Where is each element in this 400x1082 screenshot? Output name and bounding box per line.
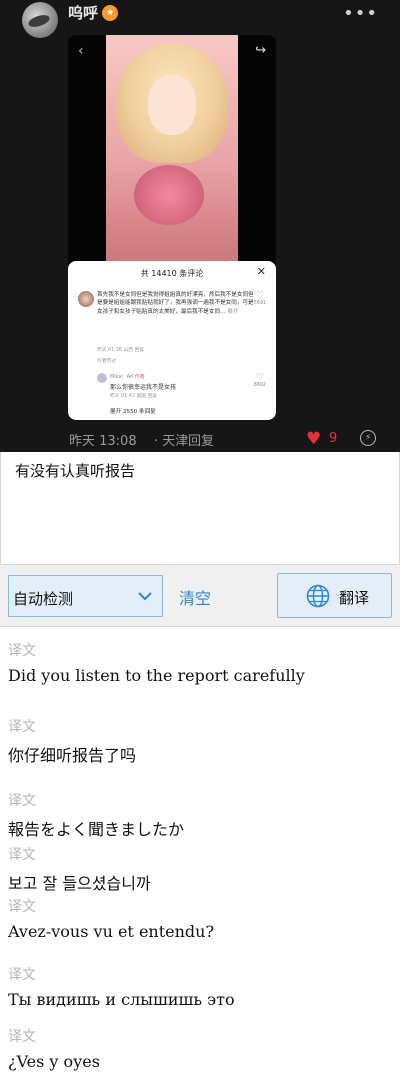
reply-like-count: 8692 xyxy=(253,383,266,388)
result-label: 译文 xyxy=(8,793,36,809)
clear-button[interactable]: 清空 xyxy=(179,585,211,609)
comments-title: 共 14410 条评论 xyxy=(140,269,204,278)
chevron-down-icon xyxy=(138,592,152,601)
comments-panel: 共 14410 条评论 ✕ 首先我不是女同但是我觉得姐姐真的好漂亮，然后我不是女… xyxy=(68,261,276,420)
result-label: 译文 xyxy=(8,967,36,983)
video-frame xyxy=(106,35,238,265)
username: 呜呼 xyxy=(68,4,99,22)
reply-meta: 昨天 01:43 美国 回复 xyxy=(110,394,158,399)
more-icon[interactable]: ••• xyxy=(343,3,378,24)
reply-author: Mika！Ad 作者 xyxy=(110,374,145,380)
globe-icon xyxy=(306,584,330,608)
avatar[interactable] xyxy=(22,2,58,38)
translation-result: 译文 보고 잘 들으셨습니까 xyxy=(8,844,151,894)
translate-button-label: 翻译 xyxy=(339,589,370,607)
result-text-es: ¿Ves y oyes xyxy=(8,1052,100,1071)
result-text-ru: Ты видишь и слышишь это xyxy=(8,990,235,1009)
result-label: 译文 xyxy=(8,719,36,735)
reply-like-icon: ♡ 8692 xyxy=(253,373,266,388)
translation-result: 译文 Ты видишь и слышишь это xyxy=(8,964,235,1009)
source-text-input[interactable]: 有没有认真听报告 xyxy=(0,452,400,565)
translation-result: 译文 報告をよく聞きましたか xyxy=(8,790,184,840)
result-label: 译文 xyxy=(8,899,36,915)
share-icon: ↪ xyxy=(255,43,266,58)
reply-button[interactable]: 回复 xyxy=(188,430,214,449)
expand-replies: 展开 2550 条回复 xyxy=(110,409,156,415)
author-liked-tag: 作者赞过 xyxy=(97,359,117,364)
like-count: 9 xyxy=(329,431,338,446)
result-label: 译文 xyxy=(8,847,36,863)
post-author[interactable]: 呜呼 ★ xyxy=(68,2,119,23)
translation-result: 译文 你仔细听报告了吗 xyxy=(8,716,136,766)
post-time: 昨天 13:08 xyxy=(69,434,137,449)
comment-like-icon: ♡ 5691 xyxy=(253,291,266,306)
post-location: · 天津 xyxy=(154,434,189,449)
translator-toolbar: 自动检测 清空 翻译 xyxy=(0,565,400,627)
result-text-zh: 你仔细听报告了吗 xyxy=(8,746,137,765)
result-text-fr: Avez-vous vu et entendu? xyxy=(8,922,215,941)
language-select[interactable]: 自动检测 xyxy=(8,575,163,617)
comment-text: 首先我不是女同但是我觉得姐姐真的好漂亮，然后我不是女同但是要是姐姐能跟我贴贴就好… xyxy=(97,292,254,315)
translation-result: 译文 Avez-vous vu et entendu? xyxy=(8,896,214,941)
result-text-en: Did you listen to the report carefully xyxy=(8,666,305,685)
reply-text: 那么你很幸运我不是女孩 xyxy=(110,384,177,391)
source-text: 有没有认真听报告 xyxy=(15,462,136,480)
back-arrow-icon: ‹ xyxy=(78,43,84,59)
comment-like-count: 5691 xyxy=(253,301,266,306)
post-image[interactable]: ‹ ↪ 共 14410 条评论 ✕ 首先我不是女同但是我觉得姐姐真的好漂亮，然后… xyxy=(68,35,276,420)
translation-result: 译文 ¿Ves y oyes xyxy=(8,1026,100,1071)
translate-button[interactable]: 翻译 xyxy=(277,573,392,618)
heart-icon[interactable]: ♥ xyxy=(306,429,321,449)
level-badge-icon: ★ xyxy=(102,4,119,21)
post-card: 呜呼 ★ ••• ‹ ↪ 共 14410 条评论 ✕ 首先我不是女同但是我觉得姐… xyxy=(0,0,400,452)
language-select-label: 自动检测 xyxy=(13,590,74,608)
comment-meta: 昨天 01:36 山西 回复 xyxy=(97,348,145,353)
result-text-ja: 報告をよく聞きましたか xyxy=(8,820,185,839)
result-label: 译文 xyxy=(8,1029,36,1045)
post-footer: 昨天 13:08 · 天津 回复 ♥ 9 ⚡ xyxy=(0,428,400,452)
translation-result: 译文 Did you listen to the report carefull… xyxy=(8,640,305,685)
reply-avatar xyxy=(97,373,107,383)
result-text-ko: 보고 잘 들으셨습니까 xyxy=(8,874,151,893)
dislike-icon[interactable]: ⚡ xyxy=(360,430,376,446)
commenter-avatar xyxy=(78,291,94,307)
close-icon: ✕ xyxy=(256,265,266,278)
result-label: 译文 xyxy=(8,643,36,659)
